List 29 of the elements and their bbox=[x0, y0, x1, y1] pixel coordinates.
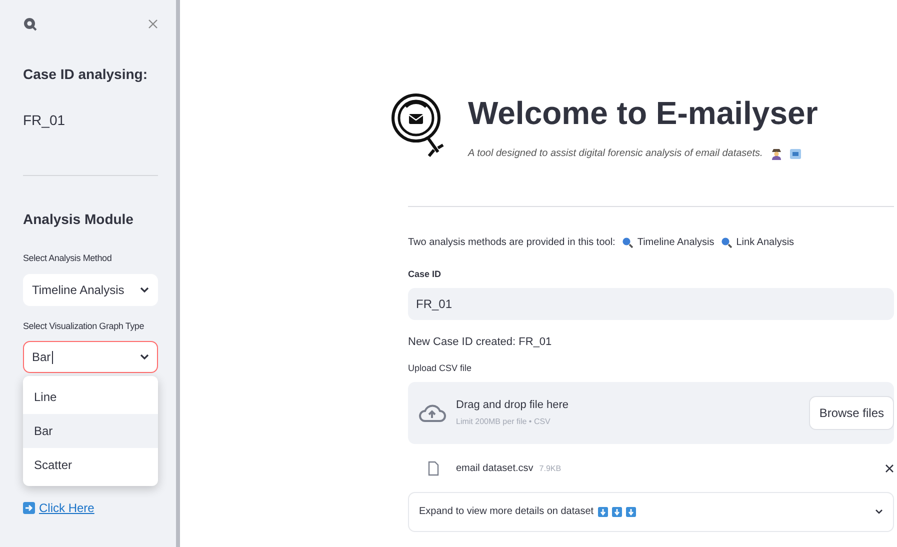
intro-text: Two analysis methods are provided in this tool: bbox=[408, 236, 616, 250]
section-heading: Analysis Module bbox=[23, 210, 134, 229]
subtitle: A tool designed to assist digital forensic analysis of email datasets. bbox=[468, 147, 763, 162]
sidebar-heading: Case ID analysing: bbox=[23, 65, 148, 84]
dropzone-title: Drag and drop file here bbox=[456, 398, 570, 413]
file-size: 7.9KB bbox=[539, 462, 562, 474]
dataset-expander[interactable]: Expand to view more details on dataset bbox=[408, 492, 894, 532]
page-title: Welcome to E-mailyser bbox=[468, 94, 818, 132]
file-dropzone[interactable]: Drag and drop file here Limit 200MB per file • CSV Browse files bbox=[408, 382, 894, 444]
browse-files-button[interactable]: Browse files bbox=[809, 396, 894, 430]
field-label: Select Analysis Method bbox=[23, 252, 113, 265]
dropzone-hint: Limit 200MB per file • CSV bbox=[456, 416, 552, 428]
select-value: Bar bbox=[32, 349, 51, 366]
method-name: Timeline Analysis bbox=[637, 236, 714, 250]
select-value: Timeline Analysis bbox=[32, 282, 124, 298]
click-here-link[interactable]: Click Here bbox=[39, 499, 94, 517]
case-id-text: FR_01 bbox=[23, 111, 66, 130]
field-label: Upload CSV file bbox=[408, 362, 473, 375]
method-name: Link Analysis bbox=[736, 236, 794, 250]
file-name: email dataset.csv bbox=[456, 462, 534, 476]
dropdown-option[interactable]: Scatter bbox=[23, 448, 158, 482]
field-label: Select Visualization Graph Type bbox=[23, 320, 146, 333]
graph-type-select[interactable]: Bar bbox=[23, 341, 158, 373]
status-message: New Case ID created: FR_01 bbox=[408, 334, 553, 350]
method-select[interactable]: Timeline Analysis bbox=[23, 274, 158, 306]
dropdown-option[interactable]: Line bbox=[23, 380, 158, 414]
field-label: Case ID bbox=[408, 268, 442, 281]
case-id-field[interactable]: FR_01 bbox=[408, 288, 894, 320]
dropdown-option[interactable]: Bar bbox=[23, 414, 158, 448]
